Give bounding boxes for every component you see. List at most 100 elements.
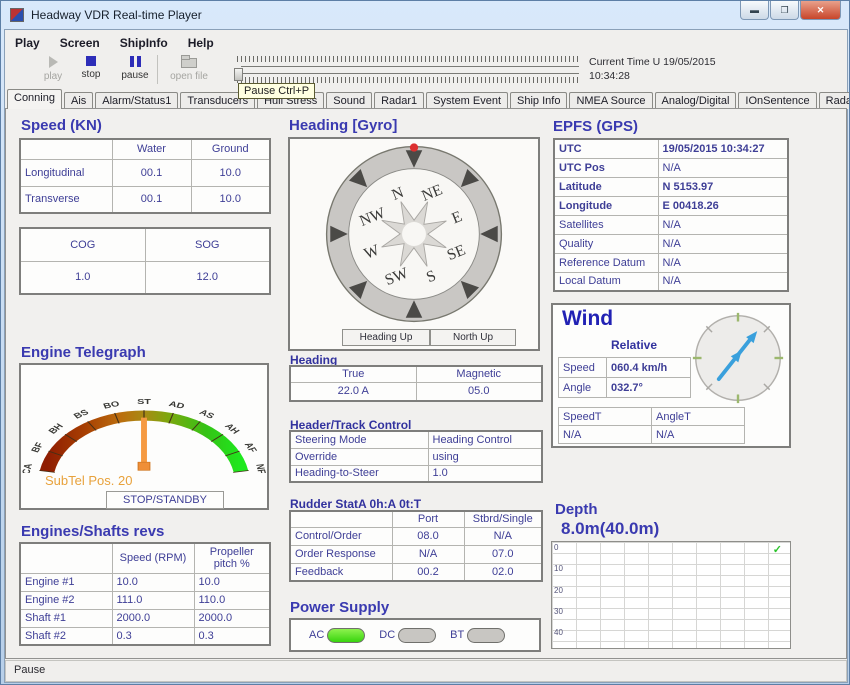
table-row: Local DatumN/A — [554, 272, 788, 291]
heading-gyro-title: Heading [Gyro] — [289, 117, 397, 134]
table-row: Engine #2111.0110.0 — [20, 591, 270, 609]
table-row: SatellitesN/A — [554, 215, 788, 234]
wind-panel: Wind Relative Speed060.4 km/h Angle032.7… — [551, 303, 791, 448]
depth-title: Depth — [555, 501, 598, 518]
tab-sound[interactable]: Sound — [326, 92, 372, 109]
heading-table: True Magnetic 22.0 A 05.0 — [289, 365, 543, 402]
svg-text:ST: ST — [137, 398, 151, 406]
table-row: Order ResponseN/A07.0 — [290, 545, 542, 563]
power-supply-panel: AC DC BT — [289, 618, 541, 652]
tab-analog-digital[interactable]: Analog/Digital — [655, 92, 737, 109]
svg-text:AH: AH — [223, 422, 242, 435]
table-row: Transverse 00.1 10.0 — [20, 186, 270, 213]
compass-rose: N NE E SE S SW W NW — [322, 142, 506, 326]
engine-telegraph-title: Engine Telegraph — [21, 344, 146, 361]
table-row: Longitudinal 00.1 10.0 — [20, 159, 270, 186]
wind-relative-label: Relative — [611, 338, 657, 352]
north-up-button[interactable]: North Up — [430, 329, 516, 346]
depth-trace-mark: ✓ — [773, 543, 782, 556]
engines-shafts-title: Engines/Shafts revs — [21, 523, 164, 540]
table-row: Control/Order08.0N/A — [290, 527, 542, 545]
table-row: 1.0 12.0 — [20, 261, 270, 294]
epfs-title: EPFS (GPS) — [553, 118, 638, 135]
telegraph-needle-base — [138, 462, 150, 470]
menu-shipinfo[interactable]: ShipInfo — [110, 34, 178, 52]
maximize-button[interactable]: ❐ — [770, 1, 799, 20]
play-icon — [49, 56, 58, 68]
table-row: Overrideusing — [290, 448, 542, 465]
tab-ais[interactable]: Ais — [64, 92, 93, 109]
wind-title: Wind — [562, 307, 613, 331]
depth-value: 8.0m(40.0m) — [561, 519, 659, 539]
rudder-table: Port Stbrd/Single Control/Order08.0N/A O… — [289, 510, 543, 582]
svg-text:BF: BF — [29, 441, 46, 454]
telegraph-arc: CA BF BH BS BO ST AD AS AH AF NF — [21, 365, 267, 473]
table-row: Steering ModeHeading Control — [290, 431, 542, 448]
svg-text:AF: AF — [242, 441, 259, 454]
open-file-button[interactable]: open file — [163, 54, 215, 85]
table-row: QualityN/A — [554, 234, 788, 253]
tab-ship-info[interactable]: Ship Info — [510, 92, 567, 109]
app-window: Headway VDR Real-time Player ▬ ❐ ✕ Play … — [0, 0, 850, 685]
tab-conning[interactable]: Conning — [7, 89, 62, 109]
cog-sog-table: COG SOG 1.0 12.0 — [19, 227, 271, 295]
table-row: UTC19/05/2015 10:34:27 — [554, 139, 788, 158]
pause-icon — [113, 56, 157, 67]
pause-button[interactable]: pause — [113, 54, 157, 85]
tab-system-event[interactable]: System Event — [426, 92, 508, 109]
svg-text:AS: AS — [197, 408, 216, 420]
tab-bar: Conning Ais Alarm/Status1 Transducers Hu… — [5, 89, 847, 109]
stop-button[interactable]: stop — [69, 54, 113, 85]
subtel-position: SubTel Pos. 20 — [45, 473, 132, 488]
menu-play[interactable]: Play — [5, 34, 50, 52]
close-button[interactable]: ✕ — [800, 1, 841, 20]
speed-table: Water Ground Longitudinal 00.1 10.0 Tran… — [19, 138, 271, 214]
app-icon — [10, 8, 24, 22]
dc-indicator — [398, 628, 436, 643]
heading-marker — [410, 143, 418, 151]
table-row: Angle032.7° — [559, 378, 691, 398]
rudder-title: Rudder StatA 0h:A 0t:T — [290, 497, 421, 511]
heading-up-button[interactable]: Heading Up — [342, 329, 430, 346]
telegraph-order-button[interactable]: STOP/STANDBY — [106, 491, 224, 509]
stop-icon — [86, 56, 96, 66]
table-row: Heading-to-Steer1.0 — [290, 465, 542, 482]
slider-handle[interactable] — [234, 68, 243, 81]
table-row: LongitudeE 00418.26 — [554, 196, 788, 215]
speed-title: Speed (KN) — [21, 117, 102, 134]
engines-shafts-table: Speed (RPM) Propeller pitch % Engine #11… — [19, 542, 271, 646]
tab-ionsentence[interactable]: IOnSentence — [738, 92, 816, 109]
menu-screen[interactable]: Screen — [50, 34, 110, 52]
title-bar: Headway VDR Real-time Player ▬ ❐ ✕ — [1, 1, 849, 29]
svg-text:BS: BS — [72, 408, 91, 420]
table-row: Engine #110.010.0 — [20, 573, 270, 591]
ac-indicator — [327, 628, 365, 643]
timeline-slider-top[interactable] — [241, 66, 579, 67]
tab-radar2[interactable]: Radar2 — [819, 92, 850, 109]
toolbar-separator — [157, 55, 158, 84]
timeline-ticks-top — [237, 56, 581, 62]
bt-indicator — [467, 628, 505, 643]
svg-text:AD: AD — [168, 400, 187, 411]
table-row: Shaft #12000.02000.0 — [20, 609, 270, 627]
compass-panel: N NE E SE S SW W NW Heading Up North Up — [288, 137, 540, 351]
timeline-slider-bottom[interactable] — [241, 73, 579, 74]
menu-help[interactable]: Help — [178, 34, 224, 52]
minimize-button[interactable]: ▬ — [740, 1, 769, 20]
table-row: LatitudeN 5153.97 — [554, 177, 788, 196]
tab-nmea-source[interactable]: NMEA Source — [569, 92, 652, 109]
epfs-table: UTC19/05/2015 10:34:27 UTC PosN/A Latitu… — [553, 138, 789, 292]
status-bar: Pause — [5, 660, 847, 682]
wind-direction-gauge — [690, 310, 786, 406]
folder-icon — [181, 58, 197, 68]
table-row: N/AN/A — [559, 426, 745, 444]
menu-bar: Play Screen ShipInfo Help — [5, 32, 847, 53]
depth-chart: 0 10 20 30 40 ✓ — [551, 541, 791, 649]
svg-text:BH: BH — [46, 422, 65, 435]
svg-text:BO: BO — [102, 400, 121, 411]
track-control-table: Steering ModeHeading Control Overrideusi… — [289, 430, 543, 483]
tab-radar1[interactable]: Radar1 — [374, 92, 424, 109]
table-row: Reference DatumN/A — [554, 253, 788, 272]
tab-alarm-status[interactable]: Alarm/Status1 — [95, 92, 178, 109]
table-row: Speed060.4 km/h — [559, 358, 691, 378]
